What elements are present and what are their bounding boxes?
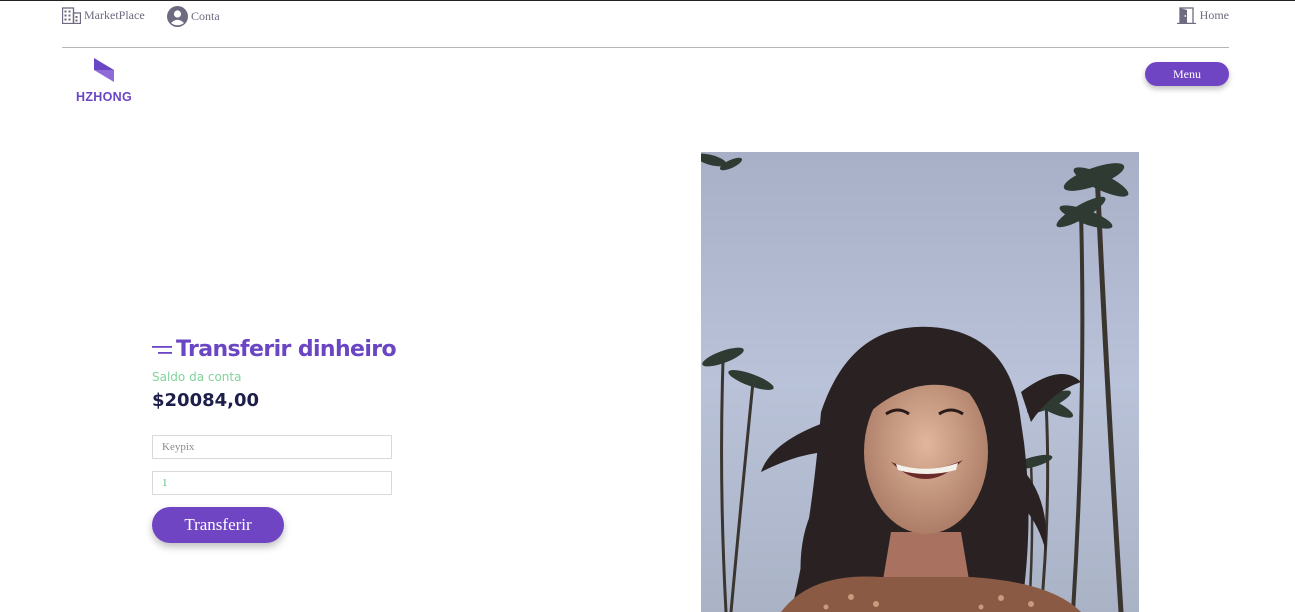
amount-input[interactable] (152, 471, 392, 495)
keypix-input[interactable] (152, 435, 392, 459)
account-link[interactable]: Conta (167, 6, 220, 27)
home-label: Home (1199, 8, 1229, 22)
transfer-form: Transferir dinheiro Saldo da conta $2008… (152, 337, 412, 543)
woman-portrait-image (701, 152, 1139, 612)
top-navigation-bar: MarketPlace Conta Home (62, 1, 1229, 48)
balance-value: $20084,00 (152, 390, 260, 411)
logo-mark-icon (94, 58, 114, 82)
transfer-button[interactable]: Transferir (152, 507, 284, 543)
user-circle-icon (167, 6, 188, 27)
page-title: Transferir dinheiro (176, 337, 397, 362)
brand-logo[interactable]: HZHONG (74, 57, 134, 104)
logo-text: HZHONG (76, 90, 132, 104)
marketplace-label: MarketPlace (84, 8, 145, 22)
account-label: Conta (191, 9, 220, 23)
marketplace-link[interactable]: MarketPlace (62, 7, 145, 24)
building-icon (62, 7, 81, 24)
menu-button[interactable]: Menu (1145, 62, 1229, 86)
door-icon (1176, 7, 1196, 24)
hero-photo (701, 152, 1139, 612)
home-link[interactable]: Home (1176, 7, 1229, 24)
page-scrollbar[interactable] (1281, 1, 1295, 612)
title-row: Transferir dinheiro (152, 337, 412, 362)
lines-icon (152, 345, 172, 354)
balance-label: Saldo da conta (152, 370, 242, 384)
